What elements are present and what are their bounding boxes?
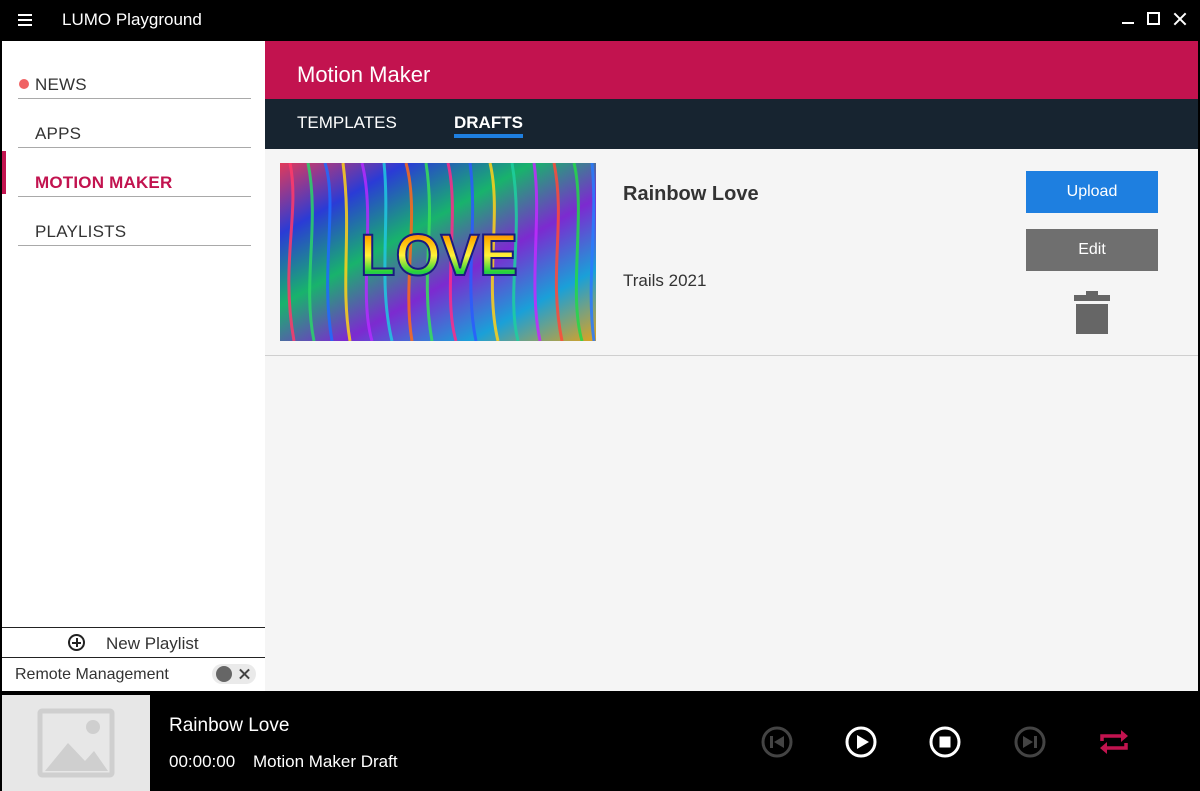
remote-management: Remote Management [2, 658, 267, 691]
title-bar: LUMO Playground [0, 0, 1200, 41]
playback-time: 00:00:00 [169, 752, 236, 771]
sidebar-item-news[interactable]: NEWS [18, 50, 251, 99]
sidebar-item-label: MOTION MAKER [35, 173, 173, 192]
active-tab-underline [454, 134, 523, 138]
tab-templates[interactable]: TEMPLATES [297, 113, 397, 133]
player-bar: Rainbow Love 00:00:00 Motion Maker Draft [0, 691, 1200, 791]
edit-button[interactable]: Edit [1026, 229, 1158, 271]
new-playlist-button[interactable]: New Playlist [2, 627, 267, 658]
thumbnail-love-text: LOVE [360, 223, 518, 288]
sidebar-item-label: APPS [35, 124, 82, 143]
sidebar-item-motion-maker[interactable]: MOTION MAKER [18, 148, 251, 197]
news-notification-dot [19, 79, 29, 89]
sidebar: NEWS APPS MOTION MAKER PLAYLISTS New Pla… [0, 41, 267, 691]
remote-management-toggle[interactable] [212, 664, 256, 684]
draft-title: Rainbow Love [623, 183, 759, 205]
skip-previous-icon[interactable] [760, 725, 794, 759]
sidebar-item-label: NEWS [35, 75, 87, 94]
new-playlist-label: New Playlist [106, 634, 199, 653]
draft-thumbnail[interactable]: LOVE [280, 163, 596, 341]
repeat-icon[interactable] [1097, 725, 1131, 759]
image-placeholder-icon [2, 695, 150, 791]
remote-management-label: Remote Management [15, 666, 169, 683]
draft-subtitle: Trails 2021 [623, 271, 707, 290]
sidebar-item-playlists[interactable]: PLAYLISTS [18, 197, 251, 246]
close-icon[interactable] [1173, 12, 1187, 26]
stop-icon[interactable] [928, 725, 962, 759]
page-title: Motion Maker [297, 62, 431, 87]
maximize-icon[interactable] [1147, 12, 1160, 25]
play-icon[interactable] [844, 725, 878, 759]
draft-list-item: LOVE Rainbow Love Trails 2021 Upload Edi… [265, 149, 1198, 356]
app-title: LUMO Playground [62, 10, 202, 29]
page-header: Motion Maker [265, 41, 1198, 99]
sidebar-item-apps[interactable]: APPS [18, 99, 251, 148]
upload-button[interactable]: Upload [1026, 171, 1158, 213]
toggle-knob [216, 666, 232, 682]
main-content: Motion Maker TEMPLATES DRAFTS LOVE Rainb… [265, 41, 1198, 691]
tab-drafts[interactable]: DRAFTS [454, 113, 523, 133]
active-indicator [2, 151, 6, 194]
off-x-icon [238, 667, 250, 681]
now-playing-source: Motion Maker Draft [253, 752, 398, 771]
add-circle-icon [68, 634, 85, 651]
tab-bar: TEMPLATES DRAFTS [265, 99, 1198, 149]
now-playing-title: Rainbow Love [169, 715, 290, 736]
hamburger-menu-icon[interactable] [18, 14, 32, 26]
minimize-icon[interactable] [1121, 12, 1135, 26]
trash-icon[interactable] [1074, 291, 1110, 334]
sidebar-item-label: PLAYLISTS [35, 222, 127, 241]
skip-next-icon[interactable] [1013, 725, 1047, 759]
